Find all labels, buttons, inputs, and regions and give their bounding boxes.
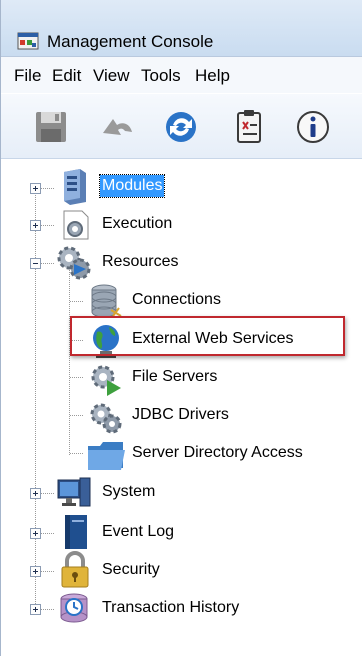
lock-icon bbox=[61, 551, 89, 588]
expand-execution-button[interactable] bbox=[30, 220, 41, 231]
expand-transaction-history-button[interactable] bbox=[30, 604, 41, 615]
expand-system-button[interactable] bbox=[30, 488, 41, 499]
expand-modules-button[interactable] bbox=[30, 183, 41, 194]
expand-event-log-button[interactable] bbox=[30, 528, 41, 539]
menu-edit[interactable]: Edit bbox=[52, 66, 81, 86]
tree-line bbox=[70, 301, 84, 302]
tree-item-event-log[interactable]: Event Log bbox=[100, 521, 176, 543]
tree-line bbox=[69, 270, 70, 455]
transaction-history-icon bbox=[60, 593, 88, 623]
highlight-callout-box bbox=[70, 316, 345, 356]
tree-item-system[interactable]: System bbox=[100, 481, 157, 503]
tree-line bbox=[41, 571, 55, 572]
refresh-icon[interactable] bbox=[161, 107, 201, 147]
resources-gears-icon bbox=[57, 246, 91, 280]
tree-line bbox=[70, 415, 84, 416]
file-server-gears-icon bbox=[91, 365, 121, 396]
tree-item-server-directory-access[interactable]: Server Directory Access bbox=[130, 442, 305, 464]
tree-item-transaction-history[interactable]: Transaction History bbox=[100, 597, 241, 619]
tree-item-jdbc-drivers[interactable]: JDBC Drivers bbox=[130, 404, 231, 426]
tree-line bbox=[70, 453, 84, 454]
clipboard-icon[interactable] bbox=[229, 107, 269, 147]
database-icon bbox=[91, 284, 122, 318]
server-tower-icon bbox=[64, 169, 86, 205]
tree-line bbox=[41, 533, 55, 534]
tree-item-file-servers[interactable]: File Servers bbox=[130, 366, 219, 388]
tree-line bbox=[41, 609, 55, 610]
menu-view[interactable]: View bbox=[93, 66, 130, 86]
menu-help[interactable]: Help bbox=[195, 66, 230, 86]
jdbc-gears-icon bbox=[90, 403, 122, 434]
management-console-window: Management Console File Edit View Tools … bbox=[0, 0, 362, 656]
tree-line bbox=[41, 263, 55, 264]
info-icon[interactable] bbox=[293, 107, 333, 147]
tree-item-modules[interactable]: Modules bbox=[98, 174, 166, 198]
computer-icon bbox=[57, 477, 91, 507]
execution-gear-icon bbox=[63, 210, 89, 240]
tree-item-security[interactable]: Security bbox=[100, 559, 162, 581]
tree-line bbox=[41, 493, 55, 494]
tree-line bbox=[70, 377, 84, 378]
app-icon bbox=[17, 32, 39, 50]
save-icon[interactable] bbox=[31, 107, 71, 147]
tree-item-resources[interactable]: Resources bbox=[100, 251, 180, 273]
undo-icon[interactable] bbox=[97, 107, 137, 147]
window-title: Management Console bbox=[47, 32, 214, 51]
tree-line bbox=[41, 188, 55, 189]
menu-tools[interactable]: Tools bbox=[141, 66, 181, 86]
collapse-resources-button[interactable] bbox=[30, 258, 41, 269]
folder-icon bbox=[88, 442, 125, 470]
tree-item-connections[interactable]: Connections bbox=[130, 289, 223, 311]
event-log-book-icon bbox=[65, 515, 87, 549]
menu-file[interactable]: File bbox=[14, 66, 41, 86]
tree-item-execution[interactable]: Execution bbox=[100, 213, 174, 235]
tree-line bbox=[41, 225, 55, 226]
expand-security-button[interactable] bbox=[30, 566, 41, 577]
